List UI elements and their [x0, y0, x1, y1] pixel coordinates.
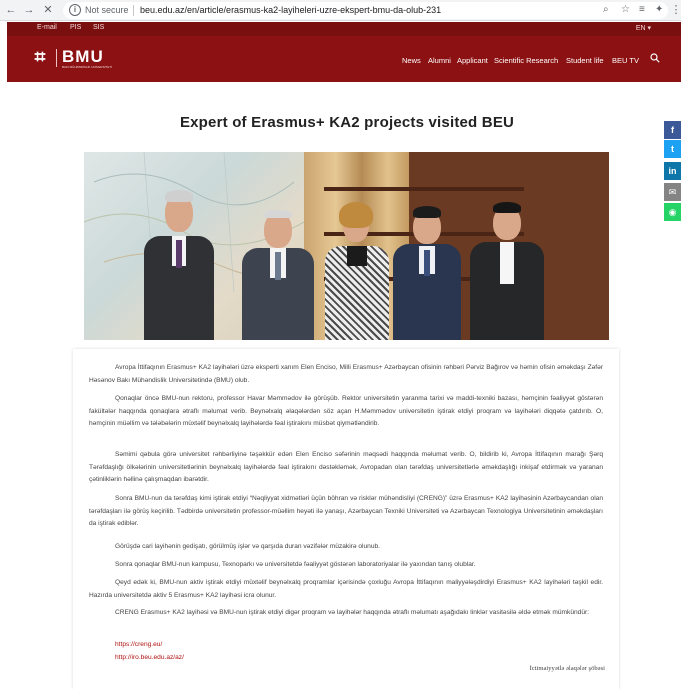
logo-divider [56, 49, 57, 67]
photo-person [142, 190, 216, 340]
nav-alumni[interactable]: Alumni [428, 56, 451, 65]
article-paragraph: Səmimi qəbula görə universitet rəhbərliy… [89, 451, 603, 483]
menu-icon[interactable]: ⋮ [669, 3, 681, 17]
person-top [347, 246, 367, 266]
photo-person [468, 202, 546, 340]
bookmark-star-icon[interactable]: ☆ [621, 4, 630, 15]
article-photo [84, 152, 609, 340]
address-bar[interactable]: i Not secure beu.edu.az/en/article/erasm… [63, 2, 668, 19]
person-hair [493, 202, 521, 213]
site-logo[interactable]: ⌗ BMU BAKI MÜHƏNDİSLİK UNİVERSİTETİ [29, 47, 119, 69]
article-paragraph: CRENG Erasmus+ KA2 layihəsi və BMU-nun i… [115, 609, 590, 616]
logo-text: BMU [62, 47, 104, 66]
person-shirt [500, 242, 514, 284]
person-tie [176, 240, 182, 268]
nav-news[interactable]: News [402, 56, 421, 65]
article-paragraph: Sonra qonaqlar BMU-nun kampusu, Texnopar… [115, 561, 476, 568]
language-selector[interactable]: EN ▾ [636, 24, 651, 32]
photo-person [323, 202, 391, 340]
article-paragraph: Avropa İttifaqının Erasmus+ KA2 layihələ… [89, 364, 603, 384]
logo-emblem-icon: ⌗ [34, 47, 46, 68]
article-paragraph: Sonra BMU-nun da tərəfdaş kimi iştirak e… [89, 495, 603, 527]
site-header: ⌗ BMU BAKI MÜHƏNDİSLİK UNİVERSİTETİ News… [7, 36, 681, 82]
twitter-share-icon[interactable]: t [664, 140, 681, 158]
top-bar: E-mail PIS SIS EN ▾ [7, 22, 681, 36]
article-signature: İctimaiyyətlə əlaqələr şöbəsi [529, 665, 605, 672]
address-divider [133, 5, 134, 16]
iro-link[interactable]: http://iro.beu.edu.az/az/ [115, 654, 184, 661]
zoom-icon[interactable]: ⌕ [603, 4, 609, 15]
facebook-share-icon[interactable]: f [664, 121, 681, 139]
extension-icon[interactable]: ✦ [655, 4, 663, 15]
shelf-board [324, 187, 524, 191]
info-icon[interactable]: i [69, 4, 81, 16]
person-hair [264, 210, 292, 218]
article-paragraph: Qonaqlar öncə BMU-nun rektoru, professor… [89, 395, 603, 427]
nav-scientific-research[interactable]: Scientific Research [494, 56, 558, 65]
email-share-icon[interactable]: ✉ [664, 183, 681, 201]
nav-applicant[interactable]: Applicant [457, 56, 488, 65]
person-hair [339, 202, 373, 228]
logo-subtitle: BAKI MÜHƏNDİSLİK UNİVERSİTETİ [62, 65, 112, 69]
article-paragraph: Görüşdə cari layihənin gedişatı, görülmü… [115, 543, 380, 550]
article-title: Expert of Erasmus+ KA2 projects visited … [179, 114, 515, 131]
search-icon[interactable] [650, 53, 660, 63]
email-link[interactable]: E-mail [37, 24, 57, 31]
back-icon[interactable]: ← [4, 3, 18, 17]
whatsapp-share-icon[interactable]: ◉ [664, 203, 681, 221]
browser-toolbar: ← → ✕ i Not secure beu.edu.az/en/article… [0, 0, 681, 21]
nav-student-life[interactable]: Student life [566, 56, 604, 65]
url-text[interactable]: beu.edu.az/en/article/erasmus-ka2-layihe… [140, 5, 441, 15]
nav-beu-tv[interactable]: BEU TV [612, 56, 639, 65]
article-body: Avropa İttifaqının Erasmus+ KA2 layihələ… [73, 349, 619, 689]
article-paragraph: Qeyd edək ki, BMU-nun aktiv iştirak etdi… [89, 579, 603, 599]
linkedin-share-icon[interactable]: in [664, 162, 681, 180]
person-tie [424, 250, 430, 276]
sis-link[interactable]: SIS [93, 24, 104, 31]
security-label: Not secure [85, 5, 129, 15]
photo-person [240, 210, 316, 340]
pis-link[interactable]: PIS [70, 24, 81, 31]
person-tie [275, 252, 281, 280]
reading-list-icon[interactable]: ≡ [639, 4, 645, 15]
close-icon[interactable]: ✕ [41, 3, 55, 17]
person-hair [165, 190, 193, 202]
photo-person [391, 206, 463, 340]
creng-link[interactable]: https://creng.eu/ [115, 641, 162, 648]
forward-icon[interactable]: → [22, 3, 36, 17]
person-hair [413, 206, 441, 218]
